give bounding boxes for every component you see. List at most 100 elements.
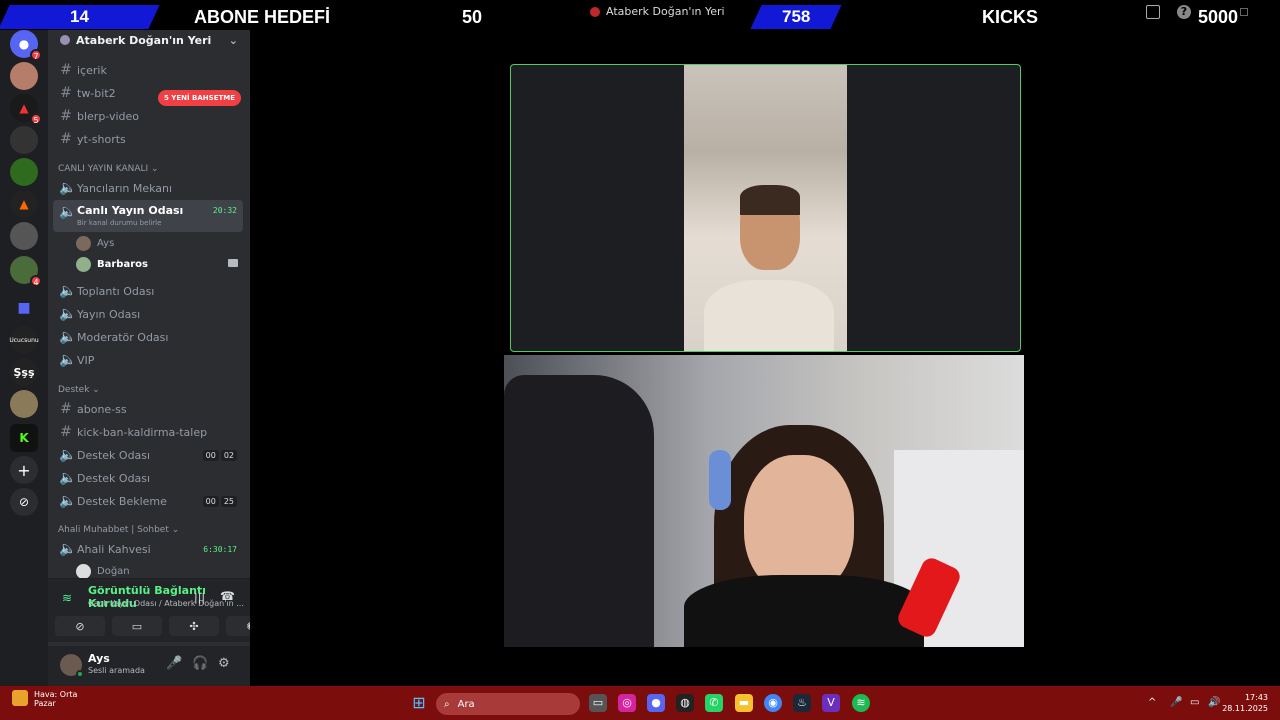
server-avatar-4[interactable] [10,158,38,186]
video-tile-barbaros[interactable] [510,64,1021,352]
voice-timer: 6:30:17 [203,544,237,554]
server-avatar-3[interactable] [10,126,38,154]
speaker-icon: 🔈 [59,470,77,486]
speaker-icon: 🔈 [59,447,77,463]
discord-taskbar-icon[interactable]: ● [647,694,665,712]
chevron-up-icon[interactable]: ^ [1148,697,1156,708]
server-text-1[interactable]: Ucucsunu [9,326,39,354]
server-2-badge: 5 [30,113,42,125]
speaker-active-icon: 🔈 [59,204,77,220]
weather-widget[interactable]: Hava: Orta Pazar [12,690,77,708]
server-avatar-8[interactable] [10,390,38,418]
server-avatar-7[interactable]: 4 [10,256,42,287]
category-support[interactable]: Destek ⌄ [58,385,100,395]
inbox-icon[interactable] [1146,5,1160,19]
voice-vip[interactable]: 🔈 VIP [53,349,243,371]
activities-button[interactable]: ✣ [169,616,219,636]
hash-icon: # [60,62,72,78]
app-icon-1[interactable]: ◍ [676,694,694,712]
screen-share-button[interactable]: ▭ [112,616,162,636]
channel-abone-ss[interactable]: # abone-ss [53,398,243,420]
discord-home-icon[interactable]: ● 7 [10,30,42,61]
channel-status[interactable]: Bir kanal durumu belirle [77,219,161,227]
server-avatar-2[interactable]: ▲ 5 [10,94,42,125]
search-box[interactable]: ⌕ Ara [436,693,580,715]
headphones-icon[interactable]: 🎧 [192,656,208,671]
channel-label: kick-ban-kaldirma-talep [77,425,208,439]
voice-ahali-kahvesi[interactable]: 🔈 Ahali Kahvesi 6:30:17 [53,538,243,560]
channel-label: Yancıların Mekanı [77,181,173,195]
speaker-icon: 🔈 [59,306,77,322]
channel-icerik[interactable]: # içerik [53,59,243,81]
camera-off-button[interactable]: ⊘ [55,616,105,636]
maximize-icon[interactable] [1240,8,1248,16]
voice-destek-bekleme[interactable]: 🔈 Destek Bekleme 00 25 [53,490,243,512]
voice-yancilarin-mekani[interactable]: 🔈 Yancıların Mekanı [53,177,243,199]
channel-tw-bit2[interactable]: # tw-bit2 [53,82,243,104]
user-limit: 00 25 [202,495,237,507]
soundboard-icon[interactable]: ||| [194,591,205,604]
speaker-active-icon: 🔈 [59,541,77,557]
speaker-icon: 🔈 [59,352,77,368]
avatar [76,256,91,272]
server-text-2[interactable]: Şşş [10,358,38,386]
disconnect-icon[interactable]: ☎ [220,589,235,603]
add-server-icon[interactable]: + [10,456,38,484]
channel-label: blerp-video [77,109,140,123]
spotify-icon[interactable]: ≋ [852,694,870,712]
server-list: ● 7 ▲ 5 ▲ 4 ■ Ucucsunu Şşş K + ⊘ [0,30,48,686]
channel-label: Destek Odası [77,471,151,485]
vpn-icon[interactable]: V [822,694,840,712]
help-icon[interactable]: ? [1177,5,1191,19]
microphone-tray-icon[interactable]: 🎤 [1170,697,1182,708]
voice-connection-panel: ≋ Görüntülü Bağlantı Kuruldu Canlı Yayın… [48,578,276,642]
member-ays[interactable]: Ays [76,234,114,252]
start-icon[interactable]: ⊞ [410,694,428,712]
task-view-icon[interactable]: ▭ [589,694,607,712]
voice-toplanti-odasi[interactable]: 🔈 Toplantı Odası [53,280,243,302]
voice-destek-odasi-1[interactable]: 🔈 Destek Odası 00 02 [53,444,243,466]
folder-icon[interactable]: ■ [10,294,38,322]
server-kick[interactable]: K [10,424,38,452]
voice-yayin-odasi[interactable]: 🔈 Yayın Odası [53,303,243,325]
channel-blerp-video[interactable]: # blerp-video [53,105,243,127]
channel-label: içerik [77,63,107,77]
category-chat[interactable]: Ahali Muhabbet | Sohbet ⌄ [58,525,179,535]
chrome-icon[interactable]: ◉ [764,694,782,712]
file-explorer-icon[interactable]: ▬ [735,694,753,712]
hash-icon: # [60,401,72,417]
voice-canli-yayin-odasi[interactable]: 🔈 Canlı Yayın Odası 20:32 Bir kanal duru… [53,200,243,232]
clock-date: 28.11.2025 [1222,704,1268,713]
hash-icon: # [60,85,72,101]
server-avatar-1[interactable] [10,62,38,90]
whatsapp-icon[interactable]: ✆ [705,694,723,712]
member-barbaros[interactable]: Barbaros [76,255,148,273]
user-limit: 00 02 [202,449,237,461]
channel-kick-ban[interactable]: # kick-ban-kaldirma-talep [53,421,243,443]
category-live[interactable]: CANLI YAYIN KANALI ⌄ [58,164,159,174]
explore-icon[interactable]: ⊘ [10,488,38,516]
instagram-icon[interactable]: ◎ [618,694,636,712]
video-tile-ays[interactable] [504,355,1024,647]
window-title-text: Ataberk Doğan'ın Yeri [606,5,725,18]
gear-icon[interactable]: ⚙ [218,656,230,671]
voice-destek-odasi-2[interactable]: 🔈 Destek Odası [53,467,243,489]
microphone-icon[interactable]: 🎤 [166,656,182,671]
taskbar-clock[interactable]: 17:43 28.11.2025 [1222,692,1268,714]
window-title: Ataberk Doğan'ın Yeri [590,5,725,18]
server-avatar-6[interactable] [10,222,38,250]
channel-yt-shorts[interactable]: # yt-shorts [53,128,243,150]
avatar [76,563,91,579]
voice-moderator-odasi[interactable]: 🔈 Moderatör Odası [53,326,243,348]
server-avatar-5[interactable]: ▲ [10,190,38,218]
camera-icon [228,259,238,267]
weather-sub: Pazar [34,699,56,708]
volume-icon[interactable]: 🔊 [1208,697,1220,708]
hash-icon: # [60,131,72,147]
server-name: Ataberk Doğan'ın Yeri [76,33,212,47]
steam-icon[interactable]: ♨ [793,694,811,712]
user-name[interactable]: Ays [88,652,110,665]
server-header[interactable]: Ataberk Doğan'ın Yeri ⌄ [48,32,250,48]
signal-icon[interactable]: ≋ [62,591,72,605]
network-icon[interactable]: ▭ [1190,697,1199,708]
